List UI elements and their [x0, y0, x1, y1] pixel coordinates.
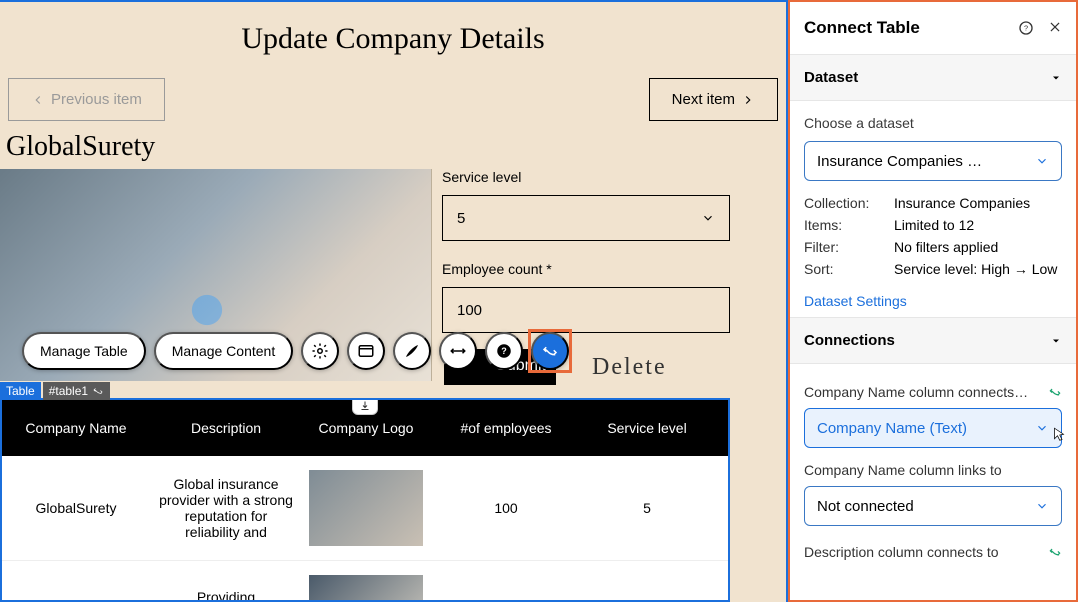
connections-section-header[interactable]: Connections: [790, 317, 1076, 364]
element-toolbar: Manage Table Manage Content ?: [22, 332, 569, 370]
table-header: Company Logo: [302, 420, 430, 436]
chevron-down-icon: [1035, 154, 1049, 168]
help-button[interactable]: ?: [485, 332, 523, 370]
connect-data-button[interactable]: [531, 332, 569, 370]
help-icon: ?: [1018, 20, 1034, 36]
download-icon[interactable]: [352, 398, 378, 415]
previous-item-label: Previous item: [51, 91, 142, 108]
connection-label: Company Name column links to: [804, 462, 1002, 478]
table-element[interactable]: Company Name Description Company Logo #o…: [0, 398, 730, 602]
connect-icon: [92, 385, 104, 397]
design-button[interactable]: [393, 332, 431, 370]
brush-icon: [403, 342, 421, 360]
editor-canvas: Update Company Details Previous item Nex…: [0, 0, 788, 602]
service-level-label: Service level: [442, 169, 786, 185]
delete-button[interactable]: Delete: [592, 354, 667, 381]
stretch-icon: [449, 342, 467, 360]
employee-count-value: 100: [457, 302, 482, 319]
help-icon: ?: [495, 342, 513, 360]
previous-item-button[interactable]: Previous item: [8, 78, 165, 121]
table-header: #of employees: [430, 420, 582, 436]
table-row[interactable]: ABC Insurance Providing comprehensive in…: [2, 561, 728, 602]
svg-text:?: ?: [1024, 24, 1028, 33]
caret-down-icon: [1050, 72, 1062, 84]
dataset-select[interactable]: Insurance Companies …: [804, 141, 1062, 181]
connected-icon: [1048, 385, 1062, 399]
element-type-tag: Table: [0, 382, 41, 400]
caret-down-icon: [1050, 335, 1062, 347]
chevron-left-icon: [31, 93, 45, 107]
chevron-right-icon: [741, 93, 755, 107]
table-header: Company Name: [2, 420, 150, 436]
table-header: Service level: [582, 420, 712, 436]
next-item-button[interactable]: Next item: [649, 78, 778, 121]
svg-text:?: ?: [501, 346, 507, 356]
layout-button[interactable]: [347, 332, 385, 370]
dataset-section-header[interactable]: Dataset: [790, 54, 1076, 101]
element-tags: Table #table1: [0, 382, 110, 400]
page-title: Update Company Details: [0, 0, 786, 56]
connect-icon: [541, 342, 559, 360]
close-icon: [1048, 20, 1062, 34]
employee-count-label: Employee count *: [442, 261, 786, 277]
dataset-settings-link[interactable]: Dataset Settings: [804, 293, 907, 309]
choose-dataset-label: Choose a dataset: [804, 115, 1062, 131]
settings-button[interactable]: [301, 332, 339, 370]
panel-help-button[interactable]: ?: [1018, 20, 1034, 36]
manage-table-button[interactable]: Manage Table: [22, 332, 146, 370]
next-item-label: Next item: [672, 91, 735, 108]
chevron-down-icon: [1035, 421, 1049, 435]
table-row[interactable]: GlobalSurety Global insurance provider w…: [2, 456, 728, 561]
employee-count-input[interactable]: 100: [442, 287, 730, 333]
layout-icon: [357, 342, 375, 360]
logo-thumbnail: [309, 575, 423, 602]
table-header: Description: [150, 420, 302, 436]
column-connects-select[interactable]: Company Name (Text): [804, 408, 1062, 448]
column-links-select[interactable]: Not connected: [804, 486, 1062, 526]
connection-label: Company Name column connects…: [804, 384, 1028, 400]
company-name-heading: GlobalSurety: [0, 121, 786, 169]
stretch-button[interactable]: [439, 332, 477, 370]
connection-label: Description column connects to: [804, 544, 999, 560]
connect-table-panel: Connect Table ? Dataset Choose a dataset…: [788, 0, 1078, 602]
connected-icon: [1048, 545, 1062, 559]
element-id-tag: #table1: [43, 382, 110, 400]
chevron-down-icon: [1035, 499, 1049, 513]
logo-thumbnail: [309, 470, 423, 546]
service-level-value: 5: [457, 210, 465, 227]
gear-icon: [311, 342, 329, 360]
panel-close-button[interactable]: [1048, 20, 1062, 36]
panel-title: Connect Table: [804, 18, 920, 38]
manage-content-button[interactable]: Manage Content: [154, 332, 294, 370]
chevron-down-icon: [701, 211, 715, 225]
service-level-select[interactable]: 5: [442, 195, 730, 241]
